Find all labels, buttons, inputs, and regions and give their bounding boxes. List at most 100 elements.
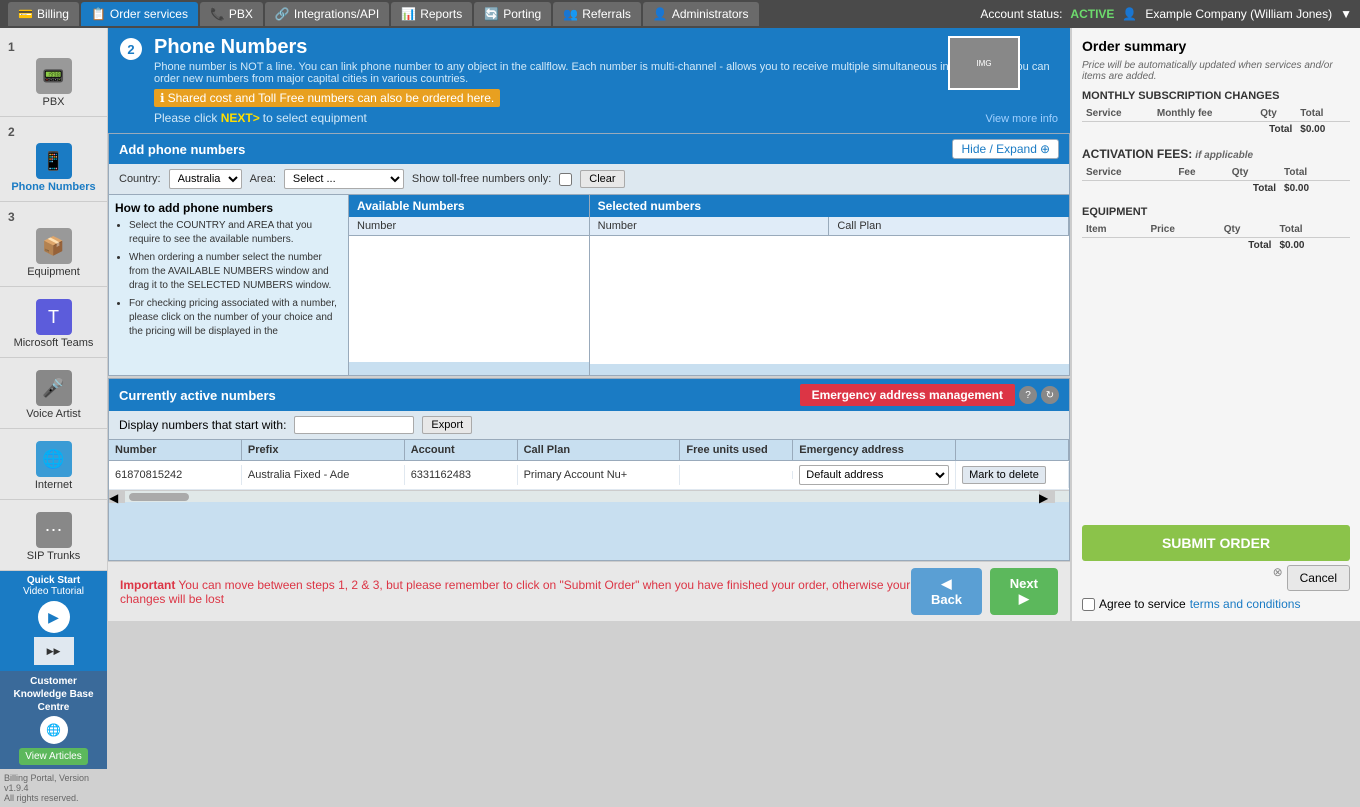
sidebar-item-phone-numbers[interactable]: 2 📱 Phone Numbers [0,117,107,202]
country-label: Country: [119,173,161,185]
agree-row: Agree to service terms and conditions [1082,597,1350,611]
cancel-button[interactable]: Cancel [1287,565,1350,591]
step-number-3: 3 [8,210,15,224]
knowledge-globe-icon: 🌐 [40,716,68,744]
tab-porting[interactable]: 🔄 Porting [474,2,551,26]
content-area: 2 Phone Numbers Phone number is NOT a li… [108,28,1070,621]
activation-fees-section: ACTIVATION FEES: if applicable Service F… [1082,147,1350,196]
sidebar-item-internet[interactable]: 🌐 Internet [0,429,107,500]
monthly-col-service: Service [1082,106,1153,122]
next-button[interactable]: Next ▶ [990,568,1058,615]
bottom-bar: Important You can move between steps 1, … [108,561,1070,621]
voice-artist-label: Voice Artist [26,408,80,420]
sidebar-item-microsoft-teams[interactable]: T Microsoft Teams [0,287,107,358]
equipment-sidebar-label: Equipment [27,266,80,278]
tab-pbx[interactable]: 📞 PBX [200,2,263,26]
mark-delete-button[interactable]: Mark to delete [962,466,1046,484]
porting-icon: 🔄 [484,7,499,21]
clear-button[interactable]: Clear [580,170,624,188]
td-emergency-address: Default address [793,461,956,489]
tab-administrators[interactable]: 👤 Administrators [643,2,759,26]
sidebar-item-voice-artist[interactable]: 🎤 Voice Artist [0,358,107,429]
tab-order-services[interactable]: 📋 Order services [81,2,198,26]
available-numbers-body [349,236,589,362]
tab-reports-label: Reports [420,7,462,21]
quick-start-title-line1: Quick Start [4,575,103,586]
sidebar-item-sip-trunks[interactable]: ⋯ SIP Trunks [0,500,107,571]
activation-table: Service Fee Qty Total Total $0.00 [1082,165,1350,196]
add-numbers-section: Add phone numbers Hide / Expand ⊕ Countr… [108,133,1070,376]
administrators-icon: 👤 [653,7,668,21]
scroll-left-btn[interactable]: ◀ [109,491,125,503]
equipment-section-title: EQUIPMENT [1082,206,1350,218]
view-more-link[interactable]: View more info [985,113,1058,125]
billing-icon: 💳 [18,7,33,21]
hide-expand-button[interactable]: Hide / Expand ⊕ [952,139,1059,159]
account-area: Account status: ACTIVE 👤 Example Company… [980,7,1352,21]
td-number: 61870815242 [109,465,242,485]
horizontal-scrollbar[interactable]: ◀ ▶ [109,490,1069,502]
play-button[interactable]: ▶ [38,601,70,633]
navigation-buttons: ◀ Back Next ▶ [911,568,1058,615]
agree-checkbox[interactable] [1082,598,1095,611]
voice-artist-icon: 🎤 [36,370,72,406]
refresh-icon[interactable]: ↻ [1041,386,1059,404]
export-button[interactable]: Export [422,416,472,434]
emergency-address-button[interactable]: Emergency address management [800,384,1015,406]
instruction-2: When ordering a number select the number… [129,251,342,293]
activation-total-label: Total [1082,181,1280,197]
activation-title: ACTIVATION FEES: [1082,147,1192,161]
order-services-icon: 📋 [91,7,106,21]
sidebar-item-pbx[interactable]: 1 📟 PBX [0,32,107,117]
submit-order-button[interactable]: SUBMIT ORDER [1082,525,1350,561]
area-label: Area: [250,173,276,185]
monthly-col-total: Total [1296,106,1350,122]
td-account: 6331162483 [405,465,518,485]
cancel-icon: ⊗ [1273,565,1283,591]
country-select[interactable]: Australia [169,169,242,189]
tab-order-services-label: Order services [110,7,188,21]
back-button[interactable]: ◀ Back [911,568,981,615]
tab-reports[interactable]: 📊 Reports [391,2,472,26]
tab-integrations[interactable]: 🔗 Integrations/API [265,2,389,26]
terms-link[interactable]: terms and conditions [1190,597,1301,611]
scrollbar-thumb[interactable] [129,493,189,501]
tab-referrals[interactable]: 👥 Referrals [553,2,641,26]
active-numbers-section: Currently active numbers Emergency addre… [108,378,1070,561]
tab-pbx-label: PBX [229,7,253,21]
display-filter-input[interactable] [294,416,414,434]
internet-label: Internet [35,479,72,491]
microsoft-teams-label: Microsoft Teams [14,337,94,349]
monthly-table: Service Monthly fee Qty Total Total $0.0… [1082,106,1350,137]
chevron-down-icon[interactable]: ▼ [1340,7,1352,21]
tab-referrals-label: Referrals [582,7,631,21]
sip-trunks-icon: ⋯ [36,512,72,548]
available-numbers-panel: Available Numbers Number [349,195,590,375]
help-icon[interactable]: ? [1019,386,1037,404]
main-layout: 1 📟 PBX 2 📱 Phone Numbers 3 📦 Equipment … [0,28,1360,621]
activation-col-fee: Fee [1174,165,1227,181]
page-description: Phone number is NOT a line. You can link… [154,61,1058,85]
view-articles-button[interactable]: View Articles [19,748,88,765]
selected-number-col: Number [590,217,830,235]
important-label: Important [120,578,175,592]
th-account: Account [405,440,518,460]
tab-billing-label: Billing [37,7,69,21]
active-table-header: Number Prefix Account Call Plan Free uni… [109,440,1069,461]
toll-free-checkbox[interactable] [559,173,572,186]
th-number: Number [109,440,242,460]
area-select[interactable]: Select ... [284,169,404,189]
activation-col-total: Total [1280,165,1350,181]
sidebar-item-equipment[interactable]: 3 📦 Equipment [0,202,107,287]
next-link[interactable]: NEXT> [221,111,260,125]
equipment-total-label: Total [1082,238,1275,254]
pbx-icon: 📞 [210,7,225,21]
reports-icon: 📊 [401,7,416,21]
account-status-label: Account status: [980,7,1062,21]
tab-billing[interactable]: 💳 Billing [8,2,79,26]
order-summary-panel: Order summary Price will be automaticall… [1070,28,1360,621]
emergency-address-select[interactable]: Default address [799,465,949,485]
video-thumbnail: ▶▶ [34,637,74,665]
scroll-right-btn[interactable]: ▶ [1039,491,1055,503]
order-summary-title: Order summary [1082,38,1350,54]
